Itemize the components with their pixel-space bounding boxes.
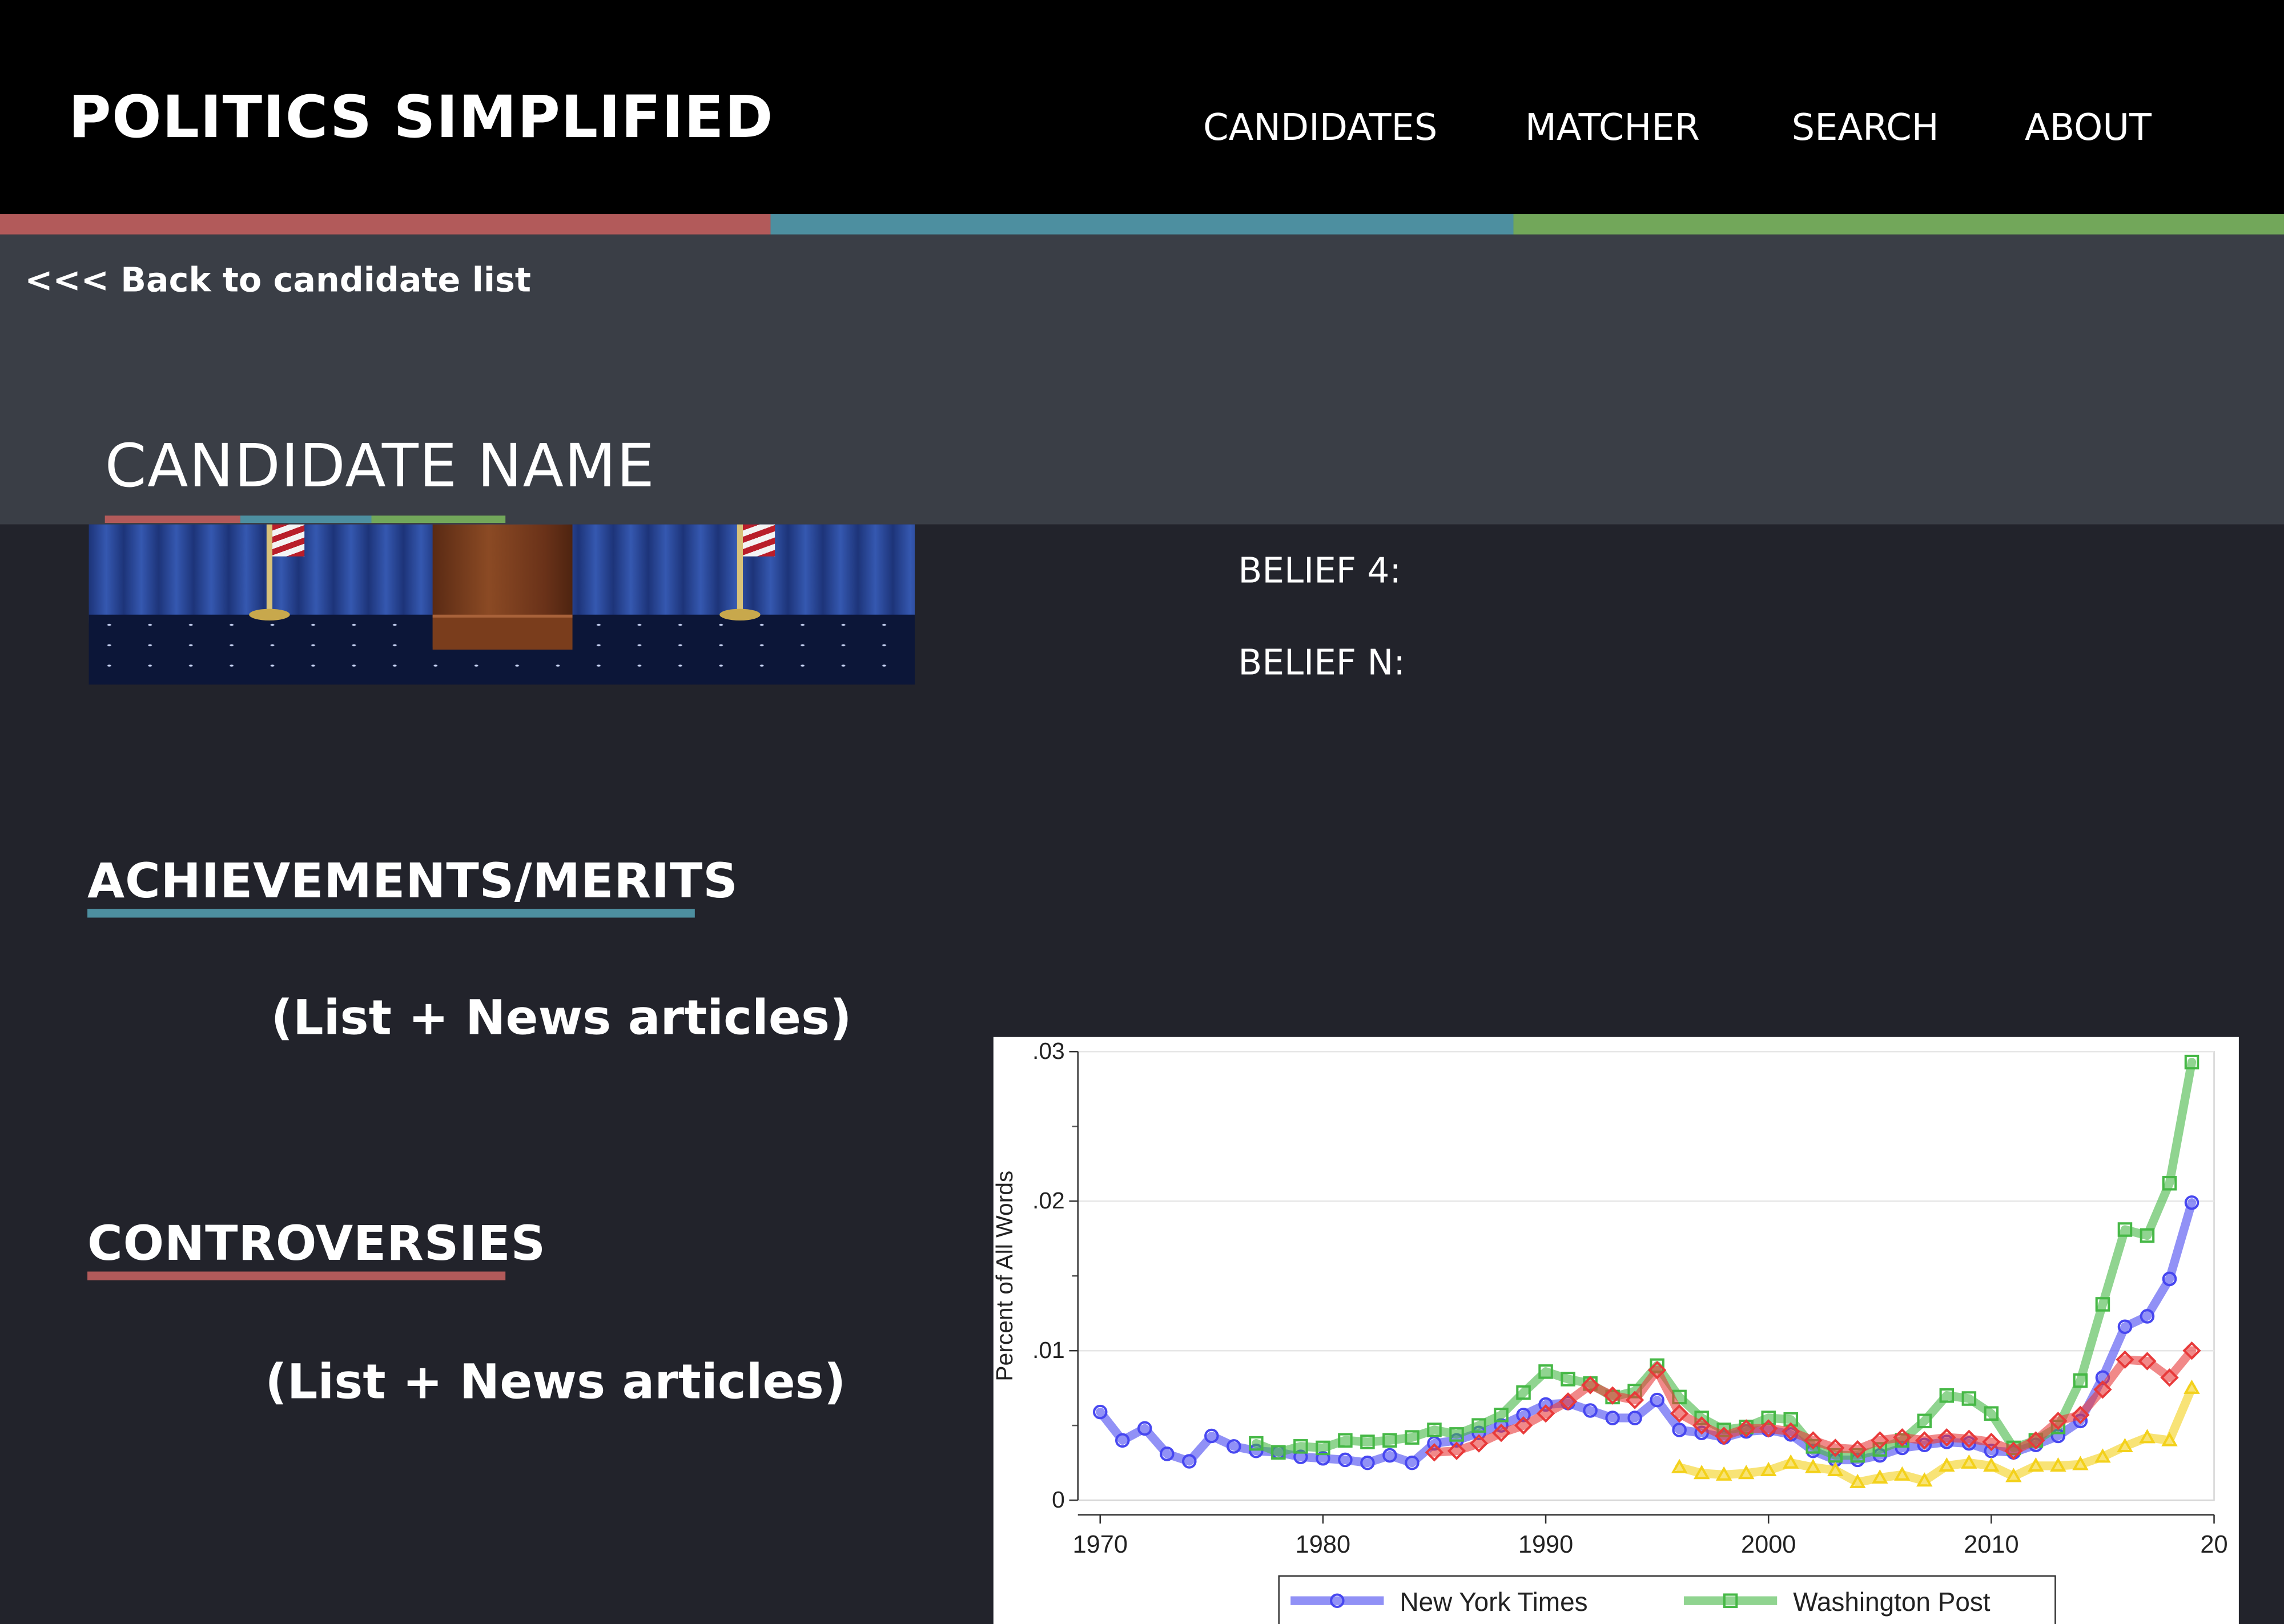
series-line-square bbox=[1252, 1057, 2197, 1460]
flag-pole-right bbox=[737, 524, 743, 615]
x-tick-label: 1980 bbox=[1296, 1531, 1350, 1558]
x-tick-label: 20 bbox=[2200, 1531, 2227, 1558]
name-underline-blue bbox=[240, 515, 372, 523]
page: POLITICS SIMPLIFIED CANDIDATES MATCHER S… bbox=[0, 0, 2284, 1624]
back-to-candidate-list-link[interactable]: <<< Back to candidate list bbox=[25, 262, 531, 300]
y-axis-label: Percent of All Words bbox=[994, 1171, 1018, 1381]
nav-search[interactable]: SEARCH bbox=[1792, 106, 1939, 148]
achievements-underline bbox=[87, 909, 695, 918]
site-brand[interactable]: POLITICS SIMPLIFIED bbox=[69, 84, 774, 151]
flag-left bbox=[272, 524, 305, 557]
nav-candidates[interactable]: CANDIDATES bbox=[1203, 106, 1437, 148]
flag-pole-base-right bbox=[719, 609, 761, 620]
candidate-name-heading: CANDIDATE NAME bbox=[104, 431, 656, 501]
y-tick-label: .03 bbox=[1032, 1038, 1065, 1064]
accent-stripe-red bbox=[0, 214, 771, 235]
flag-pole-base-left bbox=[249, 609, 290, 620]
controversies-underline bbox=[87, 1271, 506, 1280]
legend-label: New York Times bbox=[1400, 1587, 1588, 1617]
name-underline-green bbox=[371, 515, 506, 523]
belief-n-label: BELIEF N: bbox=[1238, 642, 1405, 683]
x-tick-label: 1970 bbox=[1073, 1531, 1128, 1558]
accent-stripe-green bbox=[1513, 214, 2284, 235]
flag-pole-left bbox=[266, 524, 273, 615]
y-tick-label: .02 bbox=[1032, 1187, 1065, 1214]
x-tick-label: 1990 bbox=[1518, 1531, 1573, 1558]
legend-label: Washington Post bbox=[1793, 1587, 1991, 1617]
chart-svg: 0 .01 .02 .03 1970 1980 1990 2000 2010 20 Percent … bbox=[994, 1038, 2228, 1624]
belief-4-label: BELIEF 4: bbox=[1238, 550, 1402, 591]
achievements-body: (List + News articles) bbox=[271, 989, 852, 1046]
achievements-heading: ACHIEVEMENTS/MERITS bbox=[87, 852, 738, 909]
x-tick-label: 2010 bbox=[1964, 1531, 2018, 1558]
controversies-heading: CONTROVERSIES bbox=[87, 1215, 546, 1272]
candidate-header: <<< Back to candidate list CANDIDATE NAM… bbox=[0, 234, 2284, 525]
accent-stripe-blue bbox=[770, 214, 1514, 235]
word-frequency-chart: 0 .01 .02 .03 1970 1980 1990 2000 2010 20 Percent … bbox=[993, 1037, 2239, 1624]
top-navigation-bar: POLITICS SIMPLIFIED CANDIDATES MATCHER S… bbox=[0, 0, 2284, 215]
controversies-body: (List + News articles) bbox=[265, 1353, 846, 1410]
flag-right bbox=[743, 524, 775, 557]
name-underline-red bbox=[104, 515, 240, 523]
nav-about[interactable]: ABOUT bbox=[2025, 106, 2152, 148]
candidate-photo bbox=[89, 524, 915, 685]
x-tick-label: 2000 bbox=[1741, 1531, 1796, 1558]
y-tick-label: 0 bbox=[1052, 1486, 1065, 1513]
y-tick-label: .01 bbox=[1032, 1337, 1065, 1363]
podium-base bbox=[432, 614, 573, 650]
nav-matcher[interactable]: MATCHER bbox=[1525, 106, 1700, 148]
series-line-circle bbox=[1096, 1198, 2197, 1468]
